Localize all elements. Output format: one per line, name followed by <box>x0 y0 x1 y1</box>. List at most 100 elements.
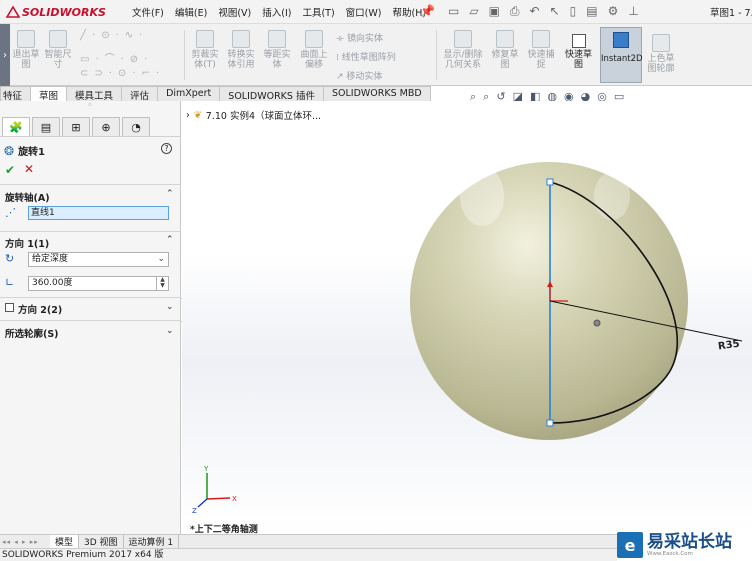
select-icon[interactable]: ↖ <box>550 4 560 19</box>
tab-features[interactable]: 特征 <box>0 86 32 102</box>
tab-mold-tools[interactable]: 模具工具 <box>66 86 123 102</box>
expand-arrow-icon[interactable]: › <box>0 24 10 86</box>
reverse-direction-icon[interactable]: ↻ <box>5 252 21 266</box>
tab-addins[interactable]: SOLIDWORKS 插件 <box>219 86 324 102</box>
quick-snaps-button[interactable]: 快速捕 捉 <box>526 30 556 70</box>
panel-grip-icon[interactable]: ◦ <box>0 101 180 117</box>
expand-icon[interactable]: ⌄ <box>166 326 174 336</box>
sphere-body[interactable] <box>410 162 688 440</box>
tab-model[interactable]: 模型 <box>50 535 80 548</box>
logo-text: SOLIDWORKS <box>22 5 106 19</box>
menu-window[interactable]: 窗口(W) <box>346 5 382 19</box>
new-doc-icon[interactable]: ▭ <box>448 4 459 19</box>
display-manager-tab-icon[interactable]: ◔ <box>122 117 150 136</box>
tab-evaluate[interactable]: 评估 <box>121 86 159 102</box>
move-label: 移动实体 <box>346 72 383 82</box>
smart-dimension-button[interactable]: 智能尺 寸 <box>44 30 72 70</box>
rebuild-icon[interactable]: ▯ <box>570 4 577 19</box>
print-icon[interactable]: ⎙ <box>510 4 520 19</box>
offset-entities-icon <box>268 30 286 48</box>
open-icon[interactable]: ▱ <box>469 4 478 19</box>
feature-name: 旋转1 <box>18 147 46 158</box>
menu-tools[interactable]: 工具(T) <box>302 5 334 19</box>
linear-pattern-button[interactable]: ⁞ 线性草图阵列 <box>336 50 396 63</box>
angle-spinner[interactable]: ▲ ▼ <box>156 277 168 290</box>
axis-endpoint-top[interactable] <box>546 178 554 186</box>
collapse-icon[interactable]: ⌃ <box>166 189 174 199</box>
section-divider <box>0 184 181 185</box>
cancel-button[interactable]: ✕ <box>24 162 34 176</box>
menu-insert[interactable]: 插入(I) <box>262 5 291 19</box>
sphere-highlight <box>460 166 504 226</box>
help-icon[interactable]: ? <box>161 143 172 154</box>
direction1-section-header[interactable]: 方向 1(1) <box>5 236 49 250</box>
tab-motion-study[interactable]: 运动算例 1 <box>124 535 180 548</box>
save-icon[interactable]: ▣ <box>489 4 500 19</box>
undo-icon[interactable]: ↶ <box>530 4 540 19</box>
angle-icon: ∟ <box>5 276 15 289</box>
slot-tool-icon[interactable]: ⊂⊃·⊙·⌐· <box>80 68 165 79</box>
collapse-icon[interactable]: ⌃ <box>166 235 174 245</box>
shaded-sketch-button[interactable]: 上色草 图轮廓 <box>646 34 676 74</box>
ok-button[interactable]: ✔ <box>5 163 15 177</box>
dimxpert-manager-tab-icon[interactable]: ⊕ <box>92 117 120 136</box>
display-relations-label: 显示/删除 几何关系 <box>443 50 483 70</box>
svg-text:X: X <box>232 495 237 503</box>
pin-toolbar-icon[interactable]: ⊥ <box>628 4 638 19</box>
menu-file[interactable]: 文件(F) <box>132 5 164 19</box>
mirror-entities-button[interactable]: ⟛ 镜向实体 <box>336 31 383 44</box>
solidworks-logo[interactable]: SOLIDWORKS <box>5 3 114 21</box>
file-props-icon[interactable]: ▤ <box>586 4 597 19</box>
site-watermark: e 易采站长站 Www.Easck.Com <box>617 529 752 561</box>
trim-button[interactable]: 剪裁实 体(T) <box>188 30 222 70</box>
line-tool-icon[interactable]: ╱·⊙·∿· <box>80 30 148 41</box>
tab-sketch[interactable]: 草图 <box>30 86 68 102</box>
expand-arrow-icon[interactable]: › <box>186 110 190 121</box>
axis-section-header[interactable]: 旋转轴(A) <box>5 190 50 204</box>
instant2d-button[interactable]: Instant2D <box>600 27 643 83</box>
tab-scroll-arrows-icon[interactable]: ◂◂ ◂ ▸ ▸▸ <box>0 538 50 546</box>
offset-entities-button[interactable]: 等距实 体 <box>260 30 294 70</box>
convert-entities-button[interactable]: 转换实 体引用 <box>224 30 258 70</box>
feature-tree-flyout[interactable]: › ❦ 7.10 实例4（球面立体环... <box>186 108 321 123</box>
watermark-name: 易采站长站 <box>647 532 732 552</box>
repair-sketch-icon <box>496 30 514 48</box>
gear-icon[interactable]: ⚙ <box>608 4 619 19</box>
tab-dimxpert[interactable]: DimXpert <box>157 86 221 101</box>
revolve-icon: ❂ <box>4 143 15 158</box>
configuration-manager-tab-icon[interactable]: ⊞ <box>62 117 90 136</box>
pin-icon[interactable]: 📌 <box>420 4 435 18</box>
main-menu: 文件(F) 编辑(E) 视图(V) 插入(I) 工具(T) 窗口(W) 帮助(H… <box>132 5 426 19</box>
repair-sketch-label: 修复草 图 <box>491 50 519 70</box>
convert-entities-icon <box>232 30 250 48</box>
repair-sketch-button[interactable]: 修复草 图 <box>490 30 520 70</box>
axis-field[interactable]: 直线1 <box>28 206 169 220</box>
move-entities-button[interactable]: ↗ 移动实体 <box>336 69 382 82</box>
tab-mbd[interactable]: SOLIDWORKS MBD <box>322 86 431 101</box>
rapid-sketch-button[interactable]: 快速草 图 <box>565 34 592 70</box>
property-manager-tab-icon[interactable]: ▤ <box>32 117 60 136</box>
rectangle-tool-icon[interactable]: ▭·⌒·⊘· <box>80 50 153 65</box>
menu-edit[interactable]: 编辑(E) <box>175 5 207 19</box>
quick-access-toolbar: ▭ ▱ ▣ ⎙ ↶ ↖ ▯ ▤ ⚙ ⊥ <box>448 4 639 19</box>
display-relations-button[interactable]: 显示/删除 几何关系 <box>440 30 486 70</box>
menu-view[interactable]: 视图(V) <box>218 5 251 19</box>
surface-offset-button[interactable]: 曲面上 偏移 <box>297 30 331 70</box>
angle-input[interactable]: 360.00度 ▲ ▼ <box>28 276 169 291</box>
exit-sketch-button[interactable]: 退出草 图 <box>12 30 40 70</box>
model-view[interactable]: Y X Z <box>182 101 752 534</box>
feature-manager-tab-icon[interactable]: 🧩 <box>2 117 30 136</box>
contours-section-header[interactable]: 所选轮廓(S) <box>5 326 59 340</box>
feature-title: ❂ 旋转1 <box>4 143 46 159</box>
document-title: 草图1 - 7... <box>710 8 752 19</box>
svg-text:Z: Z <box>192 507 197 515</box>
tab-3d-view[interactable]: 3D 视图 <box>79 535 124 548</box>
ds-logo-icon <box>5 5 21 19</box>
direction2-checkbox[interactable] <box>5 303 14 312</box>
relations-icon <box>454 30 472 48</box>
direction2-section-header[interactable]: 方向 2(2) <box>18 302 62 316</box>
axis-endpoint-bottom[interactable] <box>546 419 554 427</box>
end-condition-select[interactable]: 给定深度 ⌄ <box>28 252 169 267</box>
quick-snaps-label: 快速捕 捉 <box>527 50 555 70</box>
expand-icon[interactable]: ⌄ <box>166 302 174 312</box>
